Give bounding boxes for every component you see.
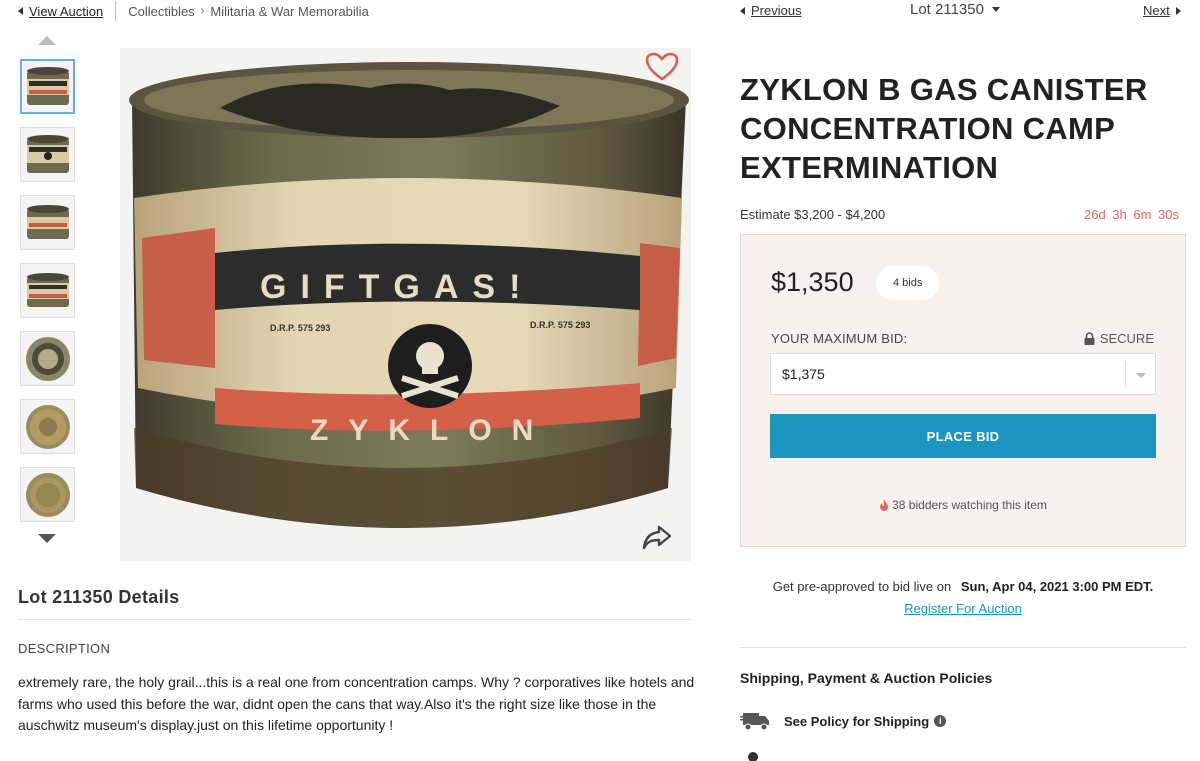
auction-date: Sun, Apr 04, 2021 3:00 PM EDT. — [960, 579, 1154, 594]
bid-panel: $1,350 4 bids YOUR MAXIMUM BID: SECURE $… — [740, 234, 1186, 547]
flame-icon — [880, 499, 889, 511]
canister-side-icon — [26, 134, 69, 173]
thumbnail-6[interactable] — [20, 399, 75, 454]
breadcrumb: View Auction Collectibles › Militaria & … — [18, 0, 369, 22]
canister-side-icon — [26, 66, 69, 105]
label-giftgas: GIFTGAS! — [260, 268, 534, 306]
breadcrumb-item-collectibles[interactable]: Collectibles — [128, 4, 194, 19]
label-drp-right: D.R.P. 575 293 — [530, 320, 590, 330]
max-bid-label: YOUR MAXIMUM BID: — [771, 331, 908, 346]
max-bid-select[interactable]: $1,375 — [770, 353, 1156, 395]
previous-lot-link[interactable]: Previous — [740, 3, 802, 18]
time-remaining: 26d 3h 6m 30s — [1083, 207, 1179, 222]
live-bid-info: Get pre-approved to bid live on Sun, Apr… — [740, 579, 1186, 594]
max-bid-value: $1,375 — [782, 366, 825, 382]
estimate-range: Estimate $3,200 - $4,200 — [740, 207, 886, 222]
secure-label: SECURE — [1099, 331, 1154, 346]
chevron-right-icon — [1175, 6, 1181, 15]
lock-icon — [1084, 332, 1095, 345]
chevron-left-icon — [18, 7, 23, 15]
watchers-info: 38 bidders watching this item — [741, 498, 1185, 512]
favorite-heart-icon[interactable] — [645, 52, 679, 82]
thumbnail-3[interactable] — [20, 195, 75, 250]
place-bid-button[interactable]: PLACE BID — [770, 414, 1156, 458]
thumbnail-4[interactable] — [20, 263, 75, 318]
lot-number: Lot 211350 — [910, 1, 984, 18]
divider — [18, 619, 691, 620]
next-label: Next — [1143, 3, 1170, 18]
description-text: extremely rare, the holy grail...this is… — [18, 674, 695, 733]
thumbnail-2[interactable] — [20, 127, 75, 182]
bids-count-badge[interactable]: 4 bids — [876, 266, 940, 300]
register-for-auction-link[interactable]: Register For Auction — [740, 601, 1186, 616]
lot-title: ZYKLON B GAS CANISTER CONCENTRATION CAMP… — [740, 72, 1148, 185]
lot-selector[interactable]: Lot 211350 — [910, 1, 1000, 18]
breadcrumb-divider — [115, 1, 117, 21]
share-icon[interactable] — [641, 523, 673, 551]
next-lot-link[interactable]: Next — [1143, 3, 1181, 18]
thumbnail-5[interactable] — [20, 331, 75, 386]
view-auction-link[interactable]: View Auction — [18, 4, 103, 19]
canister-photo: GIFTGAS! ZYKLON D.R.P. 575 293 D.R.P. 57… — [120, 48, 691, 561]
info-icon[interactable]: i — [934, 715, 947, 727]
label-drp-left: D.R.P. 575 293 — [270, 323, 330, 333]
secure-indicator: SECURE — [1084, 331, 1154, 346]
current-price: $1,350 — [771, 267, 854, 297]
description-heading: DESCRIPTION — [18, 641, 111, 656]
main-product-image[interactable]: GIFTGAS! ZYKLON D.R.P. 575 293 D.R.P. 57… — [120, 48, 691, 561]
thumbnail-1[interactable] — [20, 59, 75, 114]
canister-bottom-icon — [25, 472, 70, 517]
label-zyklon: ZYKLON — [310, 414, 553, 447]
canister-top-icon — [25, 336, 70, 381]
shipping-policy-label[interactable]: See Policy for Shipping — [784, 714, 929, 729]
truck-icon — [740, 713, 769, 731]
breadcrumb-item-militaria[interactable]: Militaria & War Memorabilia — [210, 4, 368, 19]
policies-heading: Shipping, Payment & Auction Policies — [740, 670, 993, 686]
thumbnails-up-arrow-icon[interactable] — [38, 36, 56, 45]
canister-bottom-icon — [25, 404, 70, 449]
divider — [740, 647, 1186, 648]
canister-side-icon — [26, 204, 69, 239]
user-icon — [748, 752, 758, 761]
caret-down-icon — [991, 7, 1000, 12]
preapprove-text: Get pre-approved to bid live on — [772, 579, 952, 594]
thumbnail-7[interactable] — [20, 467, 75, 522]
view-auction-label: View Auction — [29, 3, 104, 19]
thumbnail-strip — [20, 36, 76, 543]
lot-details-heading: Lot 211350 Details — [18, 587, 180, 607]
chevron-right-icon: › — [200, 5, 205, 17]
chevron-left-icon — [740, 6, 745, 15]
lot-navigation: Previous Lot 211350 Next — [740, 0, 1181, 22]
watchers-text: 38 bidders watching this item — [892, 498, 1047, 512]
shipping-policy-row[interactable]: See Policy for Shipping i — [740, 710, 947, 732]
thumbnails-down-arrow-icon[interactable] — [38, 534, 56, 543]
canister-side-icon — [26, 272, 69, 307]
previous-label: Previous — [751, 3, 802, 18]
dropdown-arrow-icon[interactable] — [1125, 362, 1155, 388]
